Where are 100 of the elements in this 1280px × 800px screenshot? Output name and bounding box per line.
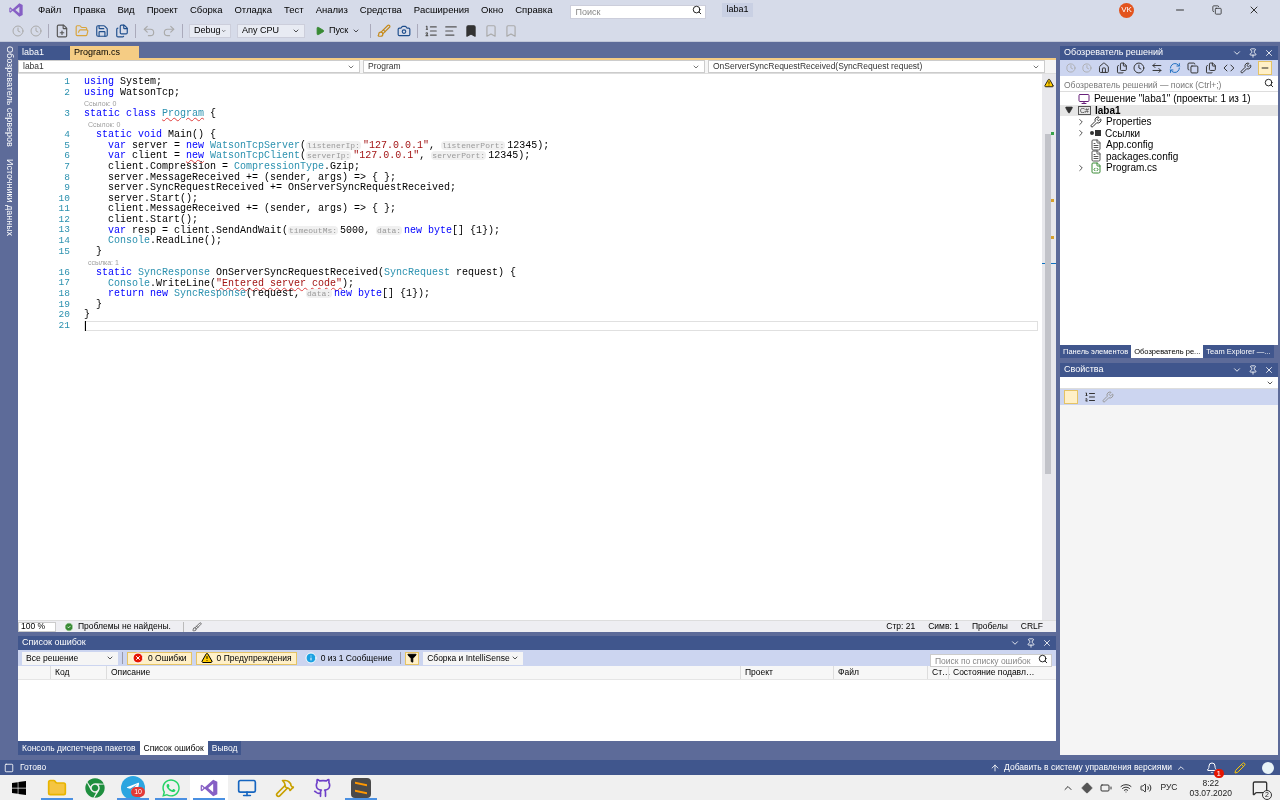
up-arrow-icon[interactable]	[990, 762, 1001, 773]
cursor-position[interactable]: Стр: 21	[886, 620, 916, 633]
source-control-link[interactable]: Добавить в систему управления версиями	[1004, 761, 1172, 774]
pin-icon[interactable]	[1026, 638, 1036, 648]
expanded-arrow-icon[interactable]	[1065, 106, 1073, 115]
wifi-icon[interactable]	[1120, 781, 1133, 794]
list-icon[interactable]	[424, 23, 439, 38]
history-icon[interactable]	[1133, 62, 1146, 74]
search-icon[interactable]	[1264, 78, 1274, 88]
search-icon[interactable]	[692, 5, 703, 15]
close-icon[interactable]	[1264, 48, 1274, 58]
dropdown-icon[interactable]	[1010, 638, 1020, 648]
browser-icon[interactable]	[85, 777, 105, 798]
cursor-position[interactable]: Пробелы	[971, 620, 1008, 633]
menu-item[interactable]: Средства	[353, 2, 408, 18]
navigation-dropdown[interactable]: Program	[363, 60, 705, 73]
pin-icon[interactable]	[1248, 365, 1258, 375]
panel-tab[interactable]: Вывод	[207, 741, 242, 755]
panel-tab[interactable]: Консоль диспетчера пакетов	[18, 741, 140, 755]
side-tab[interactable]: Обозреватель серверов	[2, 46, 16, 147]
menu-item[interactable]: Расширения	[407, 2, 476, 18]
start-icon[interactable]	[11, 779, 27, 796]
menu-item[interactable]: Анализ	[309, 2, 354, 18]
menu-item[interactable]: Файл	[32, 2, 68, 18]
menu-item[interactable]: Вид	[111, 2, 141, 18]
bookmark-icon[interactable]	[464, 23, 479, 38]
clock-date[interactable]: 03.07.2020	[1189, 787, 1232, 798]
user-avatar[interactable]: VK	[1119, 2, 1134, 18]
document-tab[interactable]: laba1	[18, 46, 70, 60]
battery-icon[interactable]	[1100, 781, 1113, 794]
menu-item[interactable]: Окно	[475, 2, 510, 18]
brush-icon[interactable]	[191, 621, 202, 632]
switch-view-icon[interactable]	[1115, 62, 1128, 74]
close-icon[interactable]	[1264, 365, 1274, 375]
filter-toggle[interactable]: 0 из 1 Сообщение	[300, 651, 397, 665]
scrollbar[interactable]	[1042, 74, 1056, 620]
sort-icon[interactable]	[1084, 391, 1096, 403]
side-tab[interactable]: Источники данных	[2, 158, 16, 236]
filter-toggle[interactable]: 0 Предупреждения	[195, 651, 297, 665]
close-icon[interactable]	[1248, 4, 1260, 16]
menu-item[interactable]: Отладка	[228, 2, 279, 18]
wrench-icon[interactable]	[1240, 62, 1253, 74]
panel-tab[interactable]: Список ошибок	[139, 741, 208, 755]
cursor-position[interactable]: CRLF	[1020, 620, 1043, 633]
show-files-icon[interactable]	[1204, 62, 1217, 74]
search-field[interactable]: Обозреватель решений — поиск (Ctrl+;)	[1060, 79, 1278, 92]
column-header[interactable]: Состояние подавл…	[948, 666, 1044, 679]
column-header[interactable]: Описание	[106, 666, 740, 679]
search-field[interactable]: Поиск	[570, 5, 707, 19]
source-dropdown[interactable]: Сборка и IntelliSense	[423, 651, 524, 665]
home-icon[interactable]	[1097, 62, 1110, 74]
filter-toggle[interactable]: 0 Ошибки	[127, 651, 192, 665]
volume-icon[interactable]	[1140, 781, 1153, 794]
language-indicator[interactable]: РУС	[1160, 781, 1178, 794]
issues-status[interactable]: Проблемы не найдены.	[78, 620, 171, 633]
document-tab[interactable]: Program.cs	[70, 46, 139, 60]
menu-item[interactable]: Сборка	[183, 2, 229, 18]
platform-dropdown[interactable]: Any CPU	[237, 23, 305, 38]
close-icon[interactable]	[1042, 638, 1052, 648]
column-header[interactable]: Проект	[740, 666, 833, 679]
column-header[interactable]: Ст…	[927, 666, 948, 679]
menu-item[interactable]: Правка	[67, 2, 112, 18]
pin-icon[interactable]	[1248, 48, 1258, 58]
collapse-icon[interactable]	[1186, 62, 1199, 74]
filter-button[interactable]	[405, 651, 420, 665]
scope-dropdown[interactable]: Все решение	[22, 651, 118, 665]
search-icon[interactable]	[1038, 653, 1048, 664]
cursor-position[interactable]: Симв: 1	[928, 620, 959, 633]
restore-icon[interactable]	[1212, 5, 1222, 15]
camera-icon[interactable]	[397, 23, 412, 38]
refresh-icon[interactable]	[1169, 62, 1181, 74]
menu-item[interactable]: Проект	[140, 2, 184, 18]
navigation-dropdown[interactable]: OnServerSyncRequestReceived(SyncRequest request)	[708, 60, 1045, 73]
dropdown-icon[interactable]	[1232, 48, 1242, 58]
save-icon[interactable]	[95, 23, 109, 38]
configuration-dropdown[interactable]: Debug	[189, 23, 231, 38]
column-header[interactable]: Файл	[833, 666, 927, 679]
notification-icon[interactable]	[1252, 779, 1268, 796]
menu-item[interactable]: Справка	[509, 2, 559, 18]
cat-icon[interactable]	[313, 777, 333, 798]
monitor-icon[interactable]	[237, 777, 257, 798]
code-line: var server = new WatsonTcpServer(listenerIp: "127.0.0.1", listenerPort: 12345);	[107, 140, 550, 151]
navigation-dropdown[interactable]: laba1	[18, 60, 360, 73]
dropdown-icon[interactable]	[1232, 365, 1242, 375]
text-cursor	[85, 320, 86, 331]
editor-app-icon[interactable]	[351, 777, 371, 798]
start-button[interactable]: Пуск	[311, 23, 365, 38]
code-icon[interactable]	[1222, 62, 1235, 74]
play-icon	[315, 25, 325, 36]
menu-item[interactable]: Тест	[278, 2, 310, 18]
align-icon[interactable]	[444, 23, 459, 38]
search-field[interactable]: Поиск по списку ошибок	[930, 654, 1052, 667]
clock-time[interactable]: 8:22	[1202, 777, 1219, 788]
column-header[interactable]: Код	[50, 666, 106, 679]
sync-icon[interactable]	[1151, 62, 1164, 74]
bell-icon[interactable]	[1206, 761, 1218, 774]
new-project-icon[interactable]	[55, 23, 69, 38]
feedback-icon[interactable]	[1234, 761, 1246, 774]
zoom-level[interactable]: 100 %	[18, 621, 56, 632]
save-all-icon[interactable]	[115, 23, 129, 38]
